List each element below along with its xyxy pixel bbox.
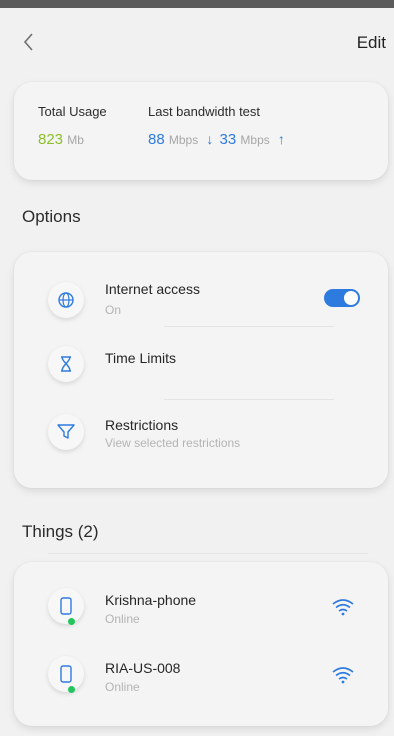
option-title: Internet access bbox=[105, 281, 200, 297]
total-usage-value: 823 Mb bbox=[38, 131, 107, 148]
online-status-dot bbox=[68, 686, 75, 693]
download-unit: Mbps bbox=[168, 133, 199, 147]
options-title: Options bbox=[22, 207, 81, 226]
total-usage: Total Usage 823 Mb bbox=[38, 104, 107, 148]
usage-card: Total Usage 823 Mb Last bandwidth test 8… bbox=[14, 82, 388, 180]
bandwidth-test-label: Last bandwidth test bbox=[148, 104, 261, 119]
device-row[interactable]: Krishna-phone Online bbox=[14, 574, 388, 638]
option-restrictions[interactable]: Restrictions View selected restrictions bbox=[14, 404, 388, 468]
option-subtitle: View selected restrictions bbox=[105, 436, 241, 450]
device-status: Online bbox=[105, 612, 140, 626]
bandwidth-test-value: 88 Mbps ↓ 33 Mbps ↑ bbox=[148, 131, 287, 148]
divider bbox=[48, 553, 368, 554]
options-card: Internet access On Time Limits Restricti… bbox=[14, 252, 388, 488]
arrow-down-icon: ↓ bbox=[206, 131, 214, 147]
device-name: RIA-US-008 bbox=[105, 660, 181, 676]
device-name: Krishna-phone bbox=[105, 592, 197, 608]
phone-icon bbox=[48, 588, 84, 624]
edit-button[interactable]: Edit bbox=[357, 33, 386, 53]
option-subtitle: On bbox=[105, 303, 122, 317]
device-row[interactable]: RIA-US-008 Online bbox=[14, 642, 388, 706]
total-usage-unit: Mb bbox=[67, 133, 84, 147]
status-bar bbox=[0, 0, 394, 8]
wifi-icon bbox=[332, 599, 354, 616]
upload-speed: 33 bbox=[219, 131, 237, 148]
total-usage-label: Total Usage bbox=[38, 104, 107, 119]
arrow-up-icon: ↑ bbox=[277, 131, 285, 147]
option-title: Time Limits bbox=[105, 350, 177, 366]
divider bbox=[164, 399, 334, 400]
toggle-knob bbox=[344, 291, 358, 305]
header: Edit bbox=[0, 8, 394, 70]
back-button[interactable] bbox=[22, 32, 40, 56]
things-title: Things (2) bbox=[22, 522, 99, 541]
filter-icon bbox=[48, 414, 84, 450]
total-usage-number: 823 bbox=[38, 131, 64, 148]
option-internet-access[interactable]: Internet access On bbox=[14, 268, 388, 332]
online-status-dot bbox=[68, 618, 75, 625]
device-status: Online bbox=[105, 680, 140, 694]
phone-icon bbox=[48, 656, 84, 692]
option-time-limits[interactable]: Time Limits bbox=[14, 336, 388, 400]
upload-unit: Mbps bbox=[240, 133, 270, 147]
globe-icon bbox=[48, 282, 84, 318]
option-title: Restrictions bbox=[105, 417, 179, 433]
chevron-left-icon bbox=[23, 33, 33, 51]
divider bbox=[164, 326, 334, 327]
bandwidth-test: Last bandwidth test 88 Mbps ↓ 33 Mbps ↑ bbox=[148, 104, 287, 148]
wifi-icon bbox=[332, 667, 354, 684]
hourglass-icon bbox=[48, 346, 84, 382]
things-card: Krishna-phone Online RIA-US-008 Online bbox=[14, 562, 388, 726]
download-speed: 88 bbox=[148, 131, 165, 148]
internet-access-toggle[interactable] bbox=[324, 289, 360, 307]
